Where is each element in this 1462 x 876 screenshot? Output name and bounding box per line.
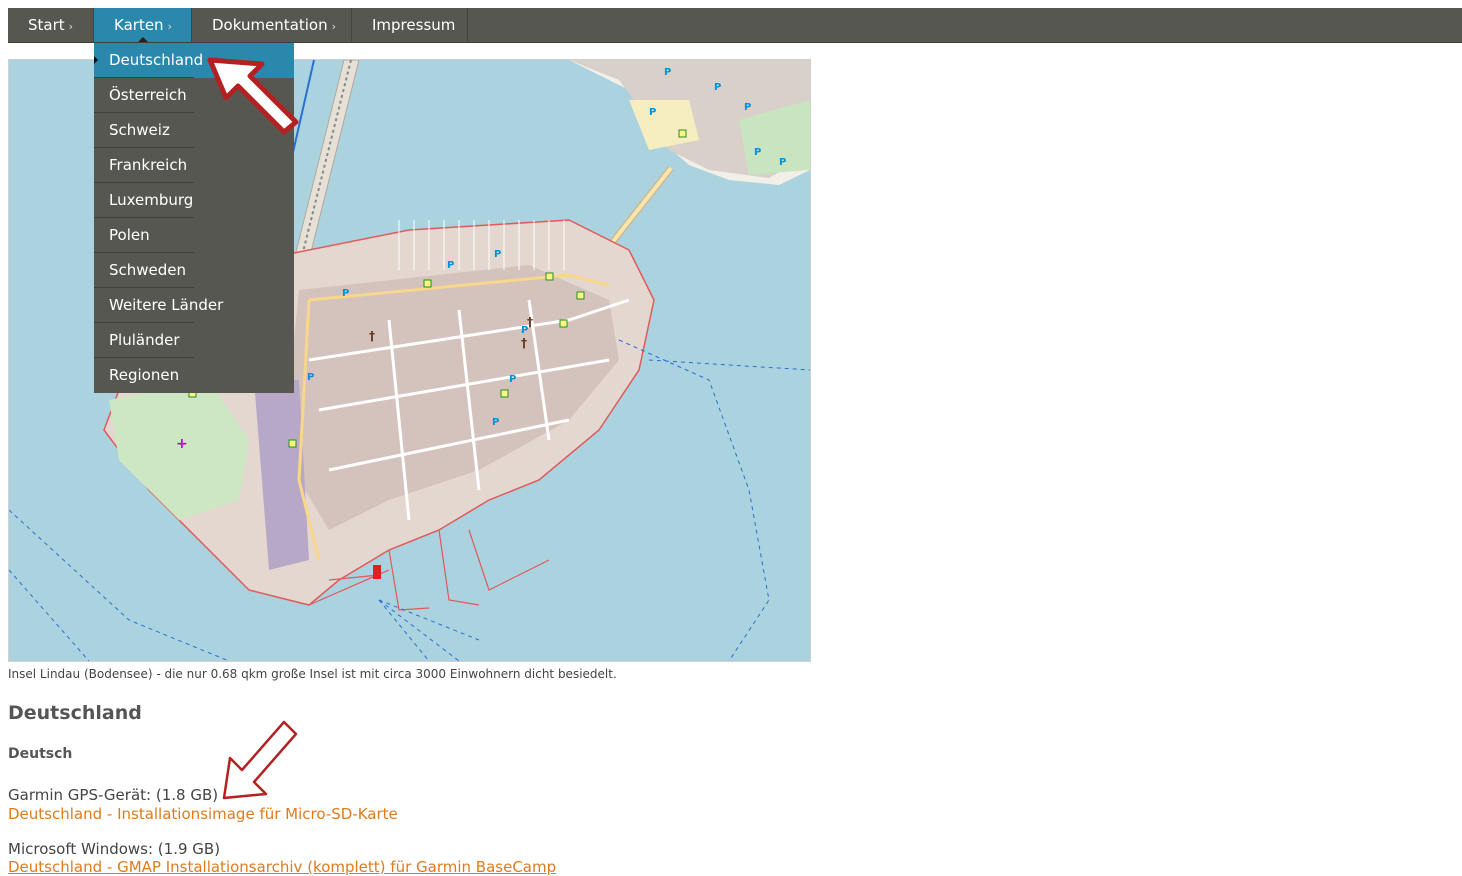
menu-item-luxemburg[interactable]: Luxemburg — [94, 183, 294, 218]
karten-dropdown-menu: Deutschland Österreich Schweiz Frankreic… — [94, 43, 294, 393]
svg-text:†: † — [527, 315, 533, 329]
svg-text:P: P — [664, 67, 671, 78]
menu-item-label: Polen — [109, 226, 150, 244]
svg-text:†: † — [369, 329, 375, 343]
menu-item-polen[interactable]: Polen — [94, 218, 294, 253]
nav-karten-label: Karten — [114, 16, 164, 34]
menu-item-label: Deutschland — [109, 51, 204, 69]
menu-item-label: Frankreich — [109, 156, 188, 174]
annotation-arrow-outline-icon — [222, 720, 298, 800]
nav-dokumentation-label: Dokumentation — [212, 16, 328, 34]
garmin-download-link[interactable]: Deutschland - Installationsimage für Mic… — [8, 805, 398, 823]
active-caret-icon — [137, 37, 148, 42]
svg-text:P: P — [779, 157, 786, 168]
menu-item-weitere-laender[interactable]: Weitere Länder — [94, 288, 294, 323]
menu-item-deutschland[interactable]: Deutschland — [94, 43, 294, 78]
nav-dokumentation-chevron-icon: › — [331, 20, 337, 33]
menu-item-label: Österreich — [109, 86, 187, 104]
svg-text:P: P — [509, 374, 516, 385]
svg-text:P: P — [342, 288, 349, 299]
svg-text:P: P — [492, 417, 499, 428]
menu-item-schweiz[interactable]: Schweiz — [94, 113, 294, 148]
garmin-download-label: Garmin GPS-Gerät: (1.8 GB) — [8, 786, 219, 804]
menu-item-pluslaender[interactable]: Pluländer — [94, 323, 294, 358]
svg-text:P: P — [307, 372, 314, 383]
menu-item-label: Weitere Länder — [109, 296, 224, 314]
svg-text:P: P — [649, 107, 656, 118]
menu-item-frankreich[interactable]: Frankreich — [94, 148, 294, 183]
windows-download-label: Microsoft Windows: (1.9 GB) — [8, 840, 221, 858]
svg-text:P: P — [754, 147, 761, 158]
svg-text:+: + — [176, 436, 188, 452]
nav-impressum[interactable]: Impressum — [352, 8, 468, 42]
svg-text:P: P — [494, 249, 501, 260]
nav-start-label: Start — [28, 16, 65, 34]
menu-item-regionen[interactable]: Regionen — [94, 358, 294, 393]
nav-start-chevron-icon: › — [68, 20, 74, 33]
menu-item-label: Regionen — [109, 366, 180, 384]
svg-text:P: P — [447, 260, 454, 271]
menu-item-label: Luxemburg — [109, 191, 194, 209]
active-bullet-icon — [94, 56, 98, 64]
menu-item-label: Schweden — [109, 261, 187, 279]
nav-start[interactable]: Start › — [8, 8, 94, 42]
menu-item-label: Schweiz — [109, 121, 170, 139]
menu-item-schweden[interactable]: Schweden — [94, 253, 294, 288]
nav-impressum-label: Impressum — [372, 16, 456, 34]
nav-karten[interactable]: Karten › — [94, 8, 192, 42]
svg-text:†: † — [521, 336, 527, 350]
page-title: Deutschland — [8, 702, 142, 724]
svg-text:P: P — [744, 102, 751, 113]
main-navigation: Start › Karten › Dokumentation › Impressum — [8, 8, 1462, 43]
nav-karten-chevron-icon: › — [167, 20, 172, 33]
svg-text:P: P — [714, 82, 721, 93]
menu-item-label: Pluländer — [109, 331, 180, 349]
menu-item-oesterreich[interactable]: Österreich — [94, 78, 294, 113]
map-caption: Insel Lindau (Bodensee) - die nur 0.68 q… — [8, 667, 617, 681]
language-subheading: Deutsch — [8, 746, 73, 762]
nav-dokumentation[interactable]: Dokumentation › — [192, 8, 352, 42]
windows-download-link[interactable]: Deutschland - GMAP Installationsarchiv (… — [8, 858, 556, 876]
